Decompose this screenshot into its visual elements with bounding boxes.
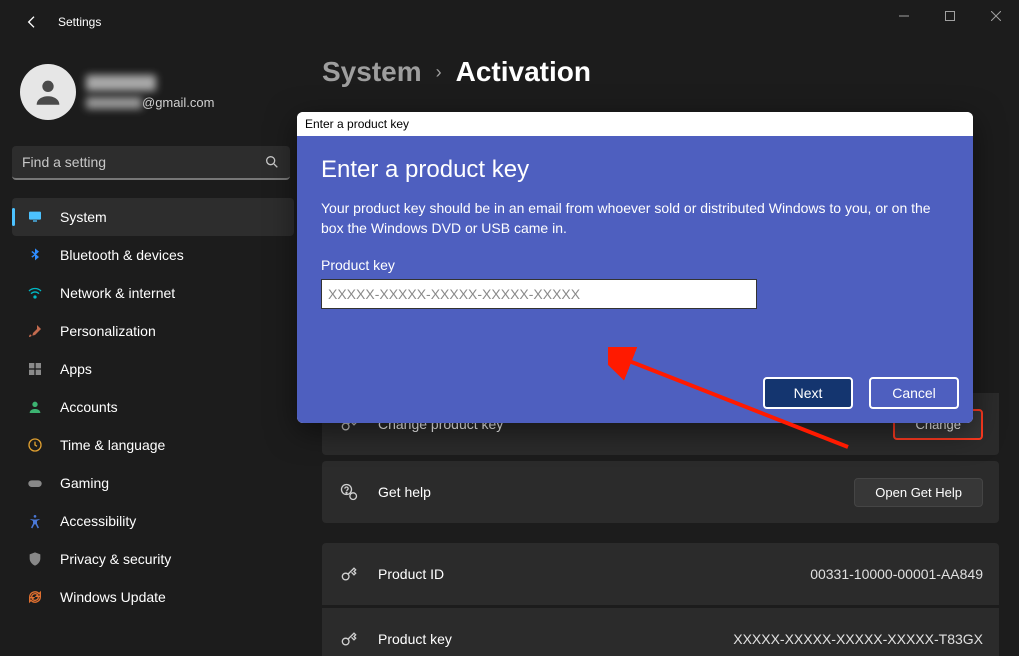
breadcrumb-parent[interactable]: System — [322, 56, 422, 88]
sidebar-item-label: Windows Update — [60, 589, 166, 605]
update-icon — [26, 588, 44, 606]
product-id-value: 00331-10000-00001-AA849 — [810, 566, 983, 582]
monitor-icon — [26, 208, 44, 226]
sidebar-item-privacy-security[interactable]: Privacy & security — [12, 540, 294, 578]
breadcrumb-current: Activation — [456, 56, 591, 88]
cancel-button[interactable]: Cancel — [869, 377, 959, 409]
profile-email: @gmail.com — [86, 95, 214, 110]
sidebar-item-label: Accessibility — [60, 513, 136, 529]
apps-icon — [26, 360, 44, 378]
sidebar-item-accounts[interactable]: Accounts — [12, 388, 294, 426]
wifi-icon — [26, 284, 44, 302]
sidebar-item-time-language[interactable]: Time & language — [12, 426, 294, 464]
sidebar-item-accessibility[interactable]: Accessibility — [12, 502, 294, 540]
sidebar-item-gaming[interactable]: Gaming — [12, 464, 294, 502]
title-bar: Settings — [0, 0, 1019, 44]
sidebar-item-apps[interactable]: Apps — [12, 350, 294, 388]
window-controls — [881, 0, 1019, 32]
sidebar-item-label: System — [60, 209, 107, 225]
dialog-description: Your product key should be in an email f… — [321, 198, 931, 239]
sidebar-item-label: Bluetooth & devices — [60, 247, 184, 263]
open-get-help-button[interactable]: Open Get Help — [854, 478, 983, 507]
sidebar-item-label: Personalization — [60, 323, 156, 339]
nav-list: System Bluetooth & devices Network & inter… — [12, 198, 294, 616]
sidebar-item-bluetooth-devices[interactable]: Bluetooth & devices — [12, 236, 294, 274]
row-product-key[interactable]: Product key XXXXX-XXXXX-XXXXX-XXXXX-T83G… — [322, 608, 999, 656]
key-icon — [338, 563, 360, 585]
search-box[interactable] — [12, 146, 290, 180]
row-get-help: Get help Open Get Help — [322, 461, 999, 523]
dialog-heading: Enter a product key — [321, 156, 949, 184]
row-label: Product key — [378, 631, 452, 647]
sidebar-item-system[interactable]: System — [12, 198, 294, 236]
sidebar-item-label: Apps — [60, 361, 92, 377]
sidebar-item-label: Time & language — [60, 437, 165, 453]
sidebar: @gmail.com System Bluetooth & devices Netw… — [12, 56, 294, 616]
profile-text: @gmail.com — [86, 75, 214, 110]
minimize-button[interactable] — [881, 0, 927, 32]
accessibility-icon — [26, 512, 44, 530]
help-icon — [338, 481, 360, 503]
sidebar-item-label: Network & internet — [60, 285, 175, 301]
sidebar-item-label: Privacy & security — [60, 551, 171, 567]
next-button[interactable]: Next — [763, 377, 853, 409]
chevron-right-icon: › — [436, 62, 442, 83]
dialog-titlebar: Enter a product key — [297, 112, 973, 136]
app-title: Settings — [58, 15, 101, 29]
row-product-id[interactable]: Product ID 00331-10000-00001-AA849 — [322, 543, 999, 605]
profile-block[interactable]: @gmail.com — [12, 56, 294, 128]
sidebar-item-personalization[interactable]: Personalization — [12, 312, 294, 350]
sidebar-item-network-internet[interactable]: Network & internet — [12, 274, 294, 312]
game-icon — [26, 474, 44, 492]
back-button[interactable] — [22, 12, 42, 32]
dialog-buttons: Next Cancel — [763, 377, 959, 409]
product-key-value: XXXXX-XXXXX-XXXXX-XXXXX-T83GX — [733, 631, 983, 647]
settings-window: Settings @gmail.com System Bluetooth & de… — [0, 0, 1019, 656]
profile-name-blurred — [86, 75, 156, 91]
maximize-button[interactable] — [927, 0, 973, 32]
search-input[interactable] — [22, 154, 264, 170]
breadcrumb: System › Activation — [322, 56, 999, 88]
sidebar-item-label: Accounts — [60, 399, 118, 415]
person-icon — [26, 398, 44, 416]
enter-product-key-dialog: Enter a product key Enter a product key … — [297, 112, 973, 423]
clock-icon — [26, 436, 44, 454]
sidebar-item-label: Gaming — [60, 475, 109, 491]
sidebar-item-windows-update[interactable]: Windows Update — [12, 578, 294, 616]
product-key-field-label: Product key — [321, 257, 949, 273]
close-button[interactable] — [973, 0, 1019, 32]
product-key-input[interactable] — [321, 279, 757, 309]
key-icon — [338, 628, 360, 650]
search-icon — [264, 154, 280, 170]
dialog-body: Enter a product key Your product key sho… — [297, 136, 973, 423]
row-label: Product ID — [378, 566, 444, 582]
shield-icon — [26, 550, 44, 568]
avatar — [20, 64, 76, 120]
row-label: Get help — [378, 484, 431, 500]
bluetooth-icon — [26, 246, 44, 264]
brush-icon — [26, 322, 44, 340]
